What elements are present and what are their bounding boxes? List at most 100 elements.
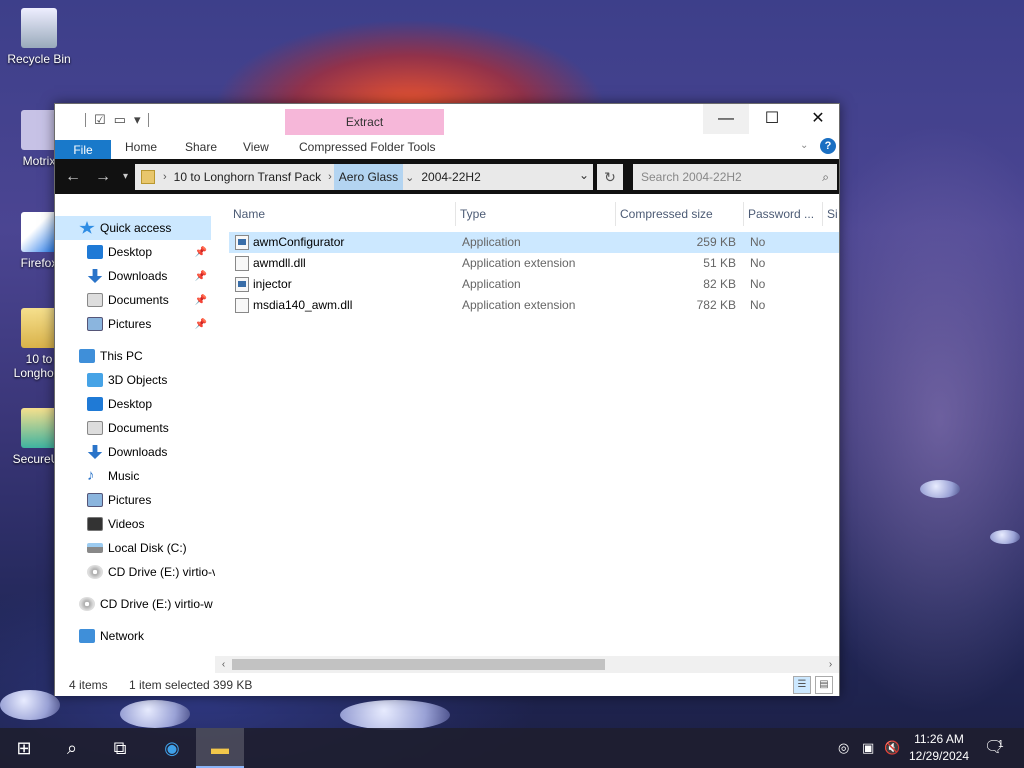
- maximize-button[interactable]: ☐: [749, 104, 795, 134]
- file-explorer-icon[interactable]: ▬: [196, 728, 244, 768]
- start-windows-icon[interactable]: ⊞: [0, 728, 48, 768]
- tab-compressed-folder-tools[interactable]: Compressed Folder Tools: [299, 140, 436, 154]
- breadcrumb-separator: ›: [328, 171, 332, 183]
- file-name: awmdll.dll: [253, 256, 306, 270]
- pin-icon: 📌: [194, 270, 207, 282]
- nav-item-desktop[interactable]: Desktop 📌: [55, 240, 211, 264]
- app-icon: [235, 277, 249, 292]
- file-type: Application extension: [462, 298, 576, 312]
- nav-item-cd-drive[interactable]: CD Drive (E:) virtio-v: [55, 560, 215, 584]
- breadcrumb-item[interactable]: 10 to Longhorn Transf Pack: [169, 164, 326, 190]
- nav-this-pc[interactable]: This PC: [55, 344, 211, 368]
- file-password: No: [750, 256, 766, 270]
- column-header-size[interactable]: Si: [823, 202, 839, 226]
- nav-label: 3D Objects: [108, 373, 168, 387]
- address-dropdown-icon[interactable]: ⌄: [579, 168, 589, 182]
- close-button[interactable]: ✕: [795, 104, 841, 134]
- title-bar[interactable]: ☑ ▭ ▾ Extract — ☐ ✕: [55, 104, 839, 136]
- volume-muted-icon[interactable]: 🔇: [884, 728, 900, 768]
- nav-network[interactable]: Network: [55, 624, 211, 648]
- table-row[interactable]: msdia140_awm.dll Application extension 7…: [229, 295, 839, 316]
- search-placeholder: Search 2004-22H2: [641, 170, 742, 184]
- chevron-down-icon[interactable]: ▾: [134, 112, 141, 128]
- explorer-window: ☑ ▭ ▾ Extract — ☐ ✕ File Home Share View…: [54, 103, 840, 696]
- column-header-name[interactable]: Name: [229, 202, 456, 226]
- properties-icon[interactable]: ☑: [94, 112, 106, 128]
- notification-count-badge: 1: [998, 739, 1004, 750]
- network-icon: [79, 629, 95, 643]
- table-row[interactable]: injector Application 82 KB No: [229, 274, 839, 295]
- motrix-icon: [21, 110, 57, 150]
- recent-locations-chevron-icon[interactable]: ▾: [123, 171, 128, 182]
- desktop-icon: [87, 245, 103, 259]
- nav-item-documents[interactable]: Documents: [55, 416, 211, 440]
- table-row[interactable]: awmConfigurator Application 259 KB No: [229, 232, 839, 253]
- minimize-button[interactable]: —: [703, 104, 749, 134]
- dll-icon: [235, 256, 249, 271]
- breadcrumb-chevron-icon[interactable]: ⌄: [403, 171, 416, 184]
- nav-item-pictures[interactable]: Pictures 📌: [55, 312, 211, 336]
- details-view-icon[interactable]: ☰: [793, 676, 811, 694]
- pin-icon: 📌: [194, 294, 207, 306]
- refresh-button[interactable]: ↻: [597, 164, 623, 190]
- nav-item-3d-objects[interactable]: 3D Objects: [55, 368, 211, 392]
- tab-home[interactable]: Home: [125, 140, 157, 154]
- desktop-icon: [87, 397, 103, 411]
- file-password: No: [750, 298, 766, 312]
- scroll-right-icon[interactable]: ›: [822, 656, 839, 673]
- network-tray-icon[interactable]: ▣: [862, 728, 874, 768]
- new-folder-icon[interactable]: ▭: [114, 112, 126, 128]
- pin-icon: 📌: [194, 246, 207, 258]
- search-icon[interactable]: ⌕: [48, 728, 96, 768]
- nav-item-documents[interactable]: Documents 📌: [55, 288, 211, 312]
- nav-item-videos[interactable]: Videos: [55, 512, 211, 536]
- edge-browser-icon[interactable]: ◉: [148, 728, 196, 768]
- desktop-decoration: [120, 700, 190, 728]
- selection-count: 1 item selected: [129, 678, 210, 692]
- nav-item-downloads[interactable]: Downloads 📌: [55, 264, 211, 288]
- back-arrow-icon[interactable]: ←: [65, 168, 81, 186]
- tab-view[interactable]: View: [243, 140, 269, 154]
- extract-context-tab[interactable]: Extract: [285, 109, 444, 135]
- nav-label: Desktop: [108, 245, 153, 259]
- horizontal-scrollbar[interactable]: ‹ ›: [215, 656, 839, 673]
- task-view-icon[interactable]: ⧉: [96, 728, 144, 768]
- large-icons-view-icon[interactable]: ▤: [815, 676, 833, 694]
- scrollbar-thumb[interactable]: [232, 659, 605, 670]
- nav-item-music[interactable]: ♪ Music: [55, 464, 211, 488]
- table-row[interactable]: awmdll.dll Application extension 51 KB N…: [229, 253, 839, 274]
- file-name: awmConfigurator: [253, 235, 345, 249]
- address-toolbar: ← → ▾ › 10 to Longhorn Transf Pack › Aer…: [55, 159, 839, 194]
- recycle-bin-icon: [21, 8, 57, 48]
- column-header-password[interactable]: Password ...: [744, 202, 823, 226]
- breadcrumb-item[interactable]: Aero Glass: [333, 164, 404, 190]
- file-type: Application: [462, 277, 521, 291]
- nav-item-pictures[interactable]: Pictures: [55, 488, 211, 512]
- tab-file[interactable]: File: [55, 140, 111, 159]
- selection-size: 399 KB: [213, 678, 253, 692]
- nav-item-local-disk[interactable]: Local Disk (C:): [55, 536, 211, 560]
- desktop-icon-recycle-bin[interactable]: Recycle Bin: [0, 8, 78, 66]
- tab-share[interactable]: Share: [185, 140, 217, 154]
- breadcrumb-item[interactable]: 2004-22H2: [416, 164, 485, 190]
- address-bar[interactable]: › 10 to Longhorn Transf Pack › Aero Glas…: [135, 164, 593, 190]
- nav-item-desktop[interactable]: Desktop: [55, 392, 211, 416]
- nav-quick-access[interactable]: Quick access: [55, 216, 211, 240]
- expand-ribbon-icon[interactable]: ⌄: [800, 140, 808, 151]
- column-header-compressed-size[interactable]: Compressed size: [616, 202, 744, 226]
- navigation-pane: Quick access Desktop 📌 Downloads 📌 Docum…: [55, 216, 215, 656]
- cd-drive-tray-icon[interactable]: ◎: [838, 728, 849, 768]
- clock[interactable]: 11:26 AM 12/29/2024: [906, 731, 972, 765]
- app-icon: [235, 235, 249, 250]
- search-input[interactable]: Search 2004-22H2 ⌕: [633, 164, 837, 190]
- scroll-left-icon[interactable]: ‹: [215, 656, 232, 673]
- nav-cd-drive-root[interactable]: CD Drive (E:) virtio-w: [55, 592, 213, 616]
- file-name: injector: [253, 277, 292, 291]
- help-icon[interactable]: ?: [820, 138, 836, 154]
- zip-folder-icon: [141, 170, 155, 184]
- column-header-type[interactable]: Type: [456, 202, 616, 226]
- download-arrow-icon: [87, 445, 103, 459]
- cd-drive-icon: [79, 597, 95, 611]
- forward-arrow-icon[interactable]: →: [95, 168, 111, 186]
- nav-item-downloads[interactable]: Downloads: [55, 440, 211, 464]
